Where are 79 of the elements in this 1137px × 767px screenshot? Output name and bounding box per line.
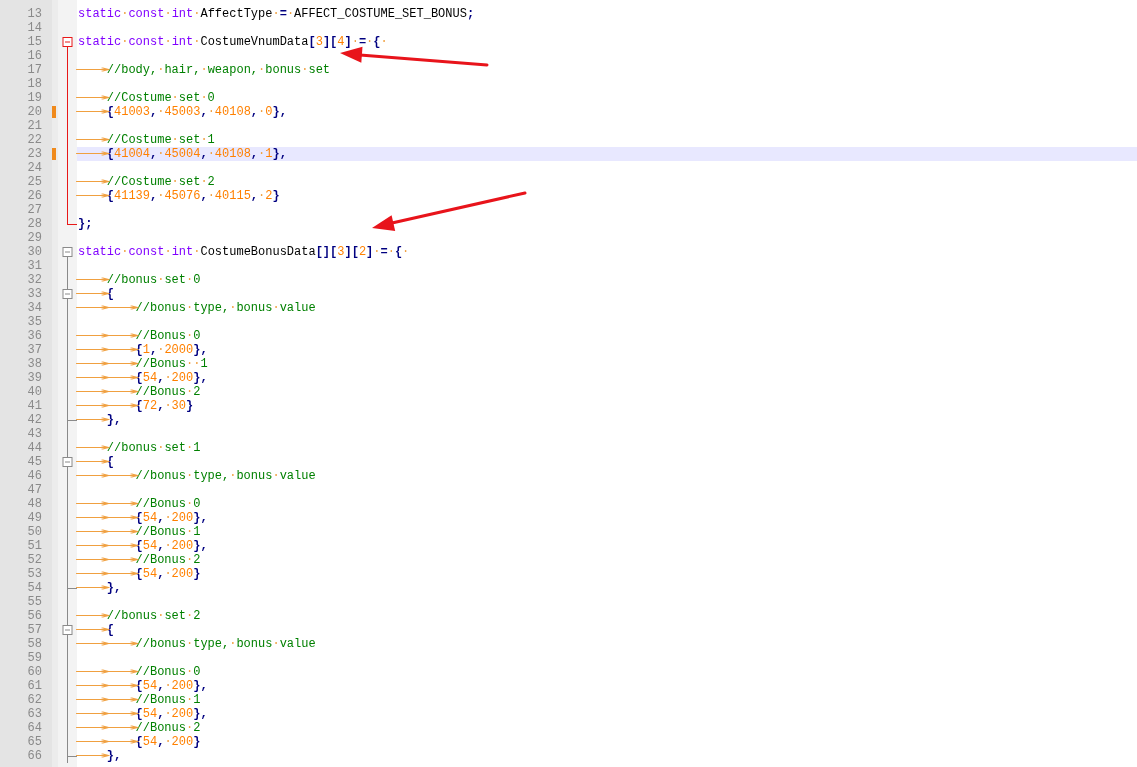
line-number: 16 [26,49,43,63]
line-number: 40 [26,385,43,399]
line-number: 57 [26,623,43,637]
line-number: 24 [26,161,43,175]
line-number: 45 [26,455,43,469]
line-number: 34 [26,301,43,315]
line-number: 22 [26,133,43,147]
code-line: ⟶//bonus·set·0 [77,273,201,287]
code-line: ⟶{ [77,623,114,637]
code-line: ⟶}, [77,581,122,595]
line-number: 21 [26,119,43,133]
fold-toggle[interactable] [62,287,73,301]
line-number: 42 [26,413,43,427]
line-number: 63 [26,707,43,721]
code-line: ⟶//Costume·set·2 [77,175,215,189]
line-number: 17 [26,63,43,77]
line-number: 44 [26,441,43,455]
code-line: }; [77,217,93,231]
code-line: ⟶{41003,·45003,·40108,·0}, [77,105,287,119]
line-number: 61 [26,679,43,693]
line-number: 49 [26,511,43,525]
line-number: 23 [26,147,43,161]
line-number: 53 [26,567,43,581]
code-line: static·const·int·CostumeBonusData[][3][2]·=·{· [77,245,410,259]
fold-toggle[interactable] [62,37,73,49]
code-line: ⟶//Costume·set·1 [77,133,215,147]
code-line: ⟶//Costume·set·0 [77,91,215,105]
line-number: 55 [26,595,43,609]
code-line: static·const·int·CostumeVnumData[3][4]·=·{· [77,35,388,49]
fold-toggle[interactable] [62,455,73,469]
line-number: 29 [26,231,43,245]
line-number: 38 [26,357,43,371]
line-number: 66 [26,749,43,763]
line-number: 19 [26,91,43,105]
line-number: 25 [26,175,43,189]
line-number: 51 [26,539,43,553]
line-number: 52 [26,553,43,567]
line-number: 54 [26,581,43,595]
line-number: 59 [26,651,43,665]
line-number: 35 [26,315,43,329]
line-number: 32 [26,273,43,287]
line-number: 13 [26,7,43,21]
code-line: ⟶}, [77,749,122,763]
line-number: 15 [26,35,43,49]
code-line: ⟶{ [77,455,114,469]
line-number: 58 [26,637,43,651]
line-number: 64 [26,721,43,735]
line-number: 46 [26,469,43,483]
code-line: ⟶{41004,·45004,·40108,·1}, [77,147,287,161]
line-number: 28 [26,217,43,231]
line-number: 62 [26,693,43,707]
line-number: 50 [26,525,43,539]
code-line: ⟶{ [77,287,114,301]
line-number: 47 [26,483,43,497]
line-number: 14 [26,21,43,35]
line-number: 48 [26,497,43,511]
code-line: ⟶//bonus·set·2 [77,609,201,623]
code-line: ⟶//body,·hair,·weapon,·bonus·set [77,63,331,77]
code-line: static·const·int·AffectType·=·AFFECT_COSTUME_SET_BONUS; [77,7,475,21]
line-number: 60 [26,665,43,679]
line-number: 30 [26,245,43,259]
fold-toggle[interactable] [62,623,73,637]
code-line: ⟶}, [77,413,122,427]
line-number: 31 [26,259,43,273]
line-number: 26 [26,189,43,203]
line-number: 33 [26,287,43,301]
line-number: 37 [26,343,43,357]
line-number: 43 [26,427,43,441]
code-line: ⟶//bonus·set·1 [77,441,201,455]
line-number: 27 [26,203,43,217]
line-number: 20 [26,105,43,119]
line-number: 65 [26,735,43,749]
line-number: 18 [26,77,43,91]
line-number: 39 [26,371,43,385]
line-number: 41 [26,399,43,413]
code-line: ⟶{41139,·45076,·40115,·2} [77,189,280,203]
fold-toggle[interactable] [62,247,73,259]
line-number: 56 [26,609,43,623]
line-number: 36 [26,329,43,343]
